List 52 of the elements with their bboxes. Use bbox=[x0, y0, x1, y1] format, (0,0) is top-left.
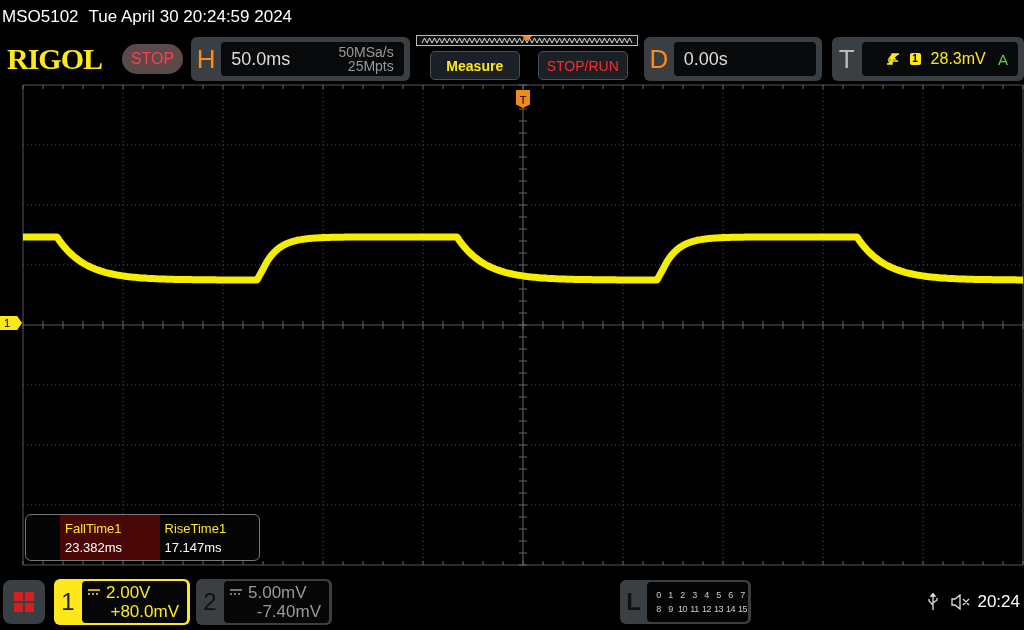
trigger-panel[interactable]: T 1 28.3mV A bbox=[831, 37, 1024, 81]
channel-scale: 2.00V bbox=[106, 582, 151, 602]
measurement-value: 23.382ms bbox=[65, 539, 124, 555]
channel-panel[interactable]: 1 2.00V +80.0mV bbox=[54, 578, 190, 625]
trigger-mode: A bbox=[998, 50, 1008, 68]
grid-menu-icon bbox=[14, 591, 34, 612]
memory-depth: 25Mpts bbox=[347, 59, 394, 73]
measurement-value: 17.147ms bbox=[164, 539, 223, 555]
logic-channel-number: 4 bbox=[703, 589, 710, 600]
logic-channel-number: 3 bbox=[691, 589, 698, 600]
horizontal-panel[interactable]: H 50.0ms 50MSa/s 25Mpts bbox=[191, 37, 410, 81]
channel-number: 1 bbox=[60, 587, 76, 616]
logic-channel-number: 6 bbox=[727, 589, 734, 600]
logic-channel-number: 2 bbox=[679, 589, 686, 600]
date-time: Tue April 30 20:24:59 2024 bbox=[88, 7, 293, 27]
stop-run-button[interactable]: STOP/RUN bbox=[537, 51, 628, 80]
trigger-level: 28.3mV bbox=[930, 50, 986, 68]
channel-offset-marker[interactable]: 1 bbox=[0, 316, 22, 330]
logic-channel-number: 10 bbox=[677, 603, 688, 614]
logic-channel-number: 11 bbox=[689, 603, 700, 614]
measurement-item[interactable]: RiseTime1 17.147ms bbox=[159, 515, 259, 560]
measurement-name: FallTime1 bbox=[65, 520, 123, 536]
delay-value: 0.00s bbox=[683, 48, 728, 70]
menu-button[interactable] bbox=[3, 579, 45, 624]
trigger-position-marker[interactable]: T bbox=[516, 90, 530, 108]
logic-channel-number: 7 bbox=[739, 589, 746, 600]
dc-coupling-icon bbox=[88, 589, 100, 595]
usb-icon bbox=[927, 592, 940, 611]
logic-channel-number: 5 bbox=[715, 589, 722, 600]
measurement-item[interactable]: FallTime1 23.382ms bbox=[60, 515, 160, 560]
logic-channel-number: 14 bbox=[725, 603, 736, 614]
timebase-value: 50.0ms bbox=[231, 48, 291, 70]
trigger-source-badge: 1 bbox=[909, 53, 921, 65]
logic-channel-number: 13 bbox=[713, 603, 724, 614]
delay-panel[interactable]: D 0.00s bbox=[643, 37, 822, 81]
logic-channel-number: 8 bbox=[655, 603, 662, 614]
measurement-name: RiseTime1 bbox=[164, 520, 228, 536]
logic-channel-number: 1 bbox=[667, 589, 674, 600]
sample-rate: 50MSa/s bbox=[338, 45, 394, 59]
model-name: MSO5102 bbox=[2, 7, 79, 27]
channel-offset: +80.0mV bbox=[110, 601, 179, 621]
channel-offset: -7.40mV bbox=[256, 601, 321, 621]
speaker-muted-icon bbox=[951, 593, 972, 610]
dc-coupling-icon bbox=[230, 589, 242, 595]
clock-time: 20:24 bbox=[977, 591, 1020, 612]
logic-channel-number: 0 bbox=[655, 589, 662, 600]
brand-logo: RIGOL bbox=[7, 42, 104, 76]
logic-channel-number: 9 bbox=[667, 603, 674, 614]
logic-channel-number: 12 bbox=[701, 603, 712, 614]
logic-channel-number: 15 bbox=[737, 603, 748, 614]
channel-scale: 5.00mV bbox=[248, 582, 307, 602]
measure-button[interactable]: Measure bbox=[429, 51, 520, 80]
